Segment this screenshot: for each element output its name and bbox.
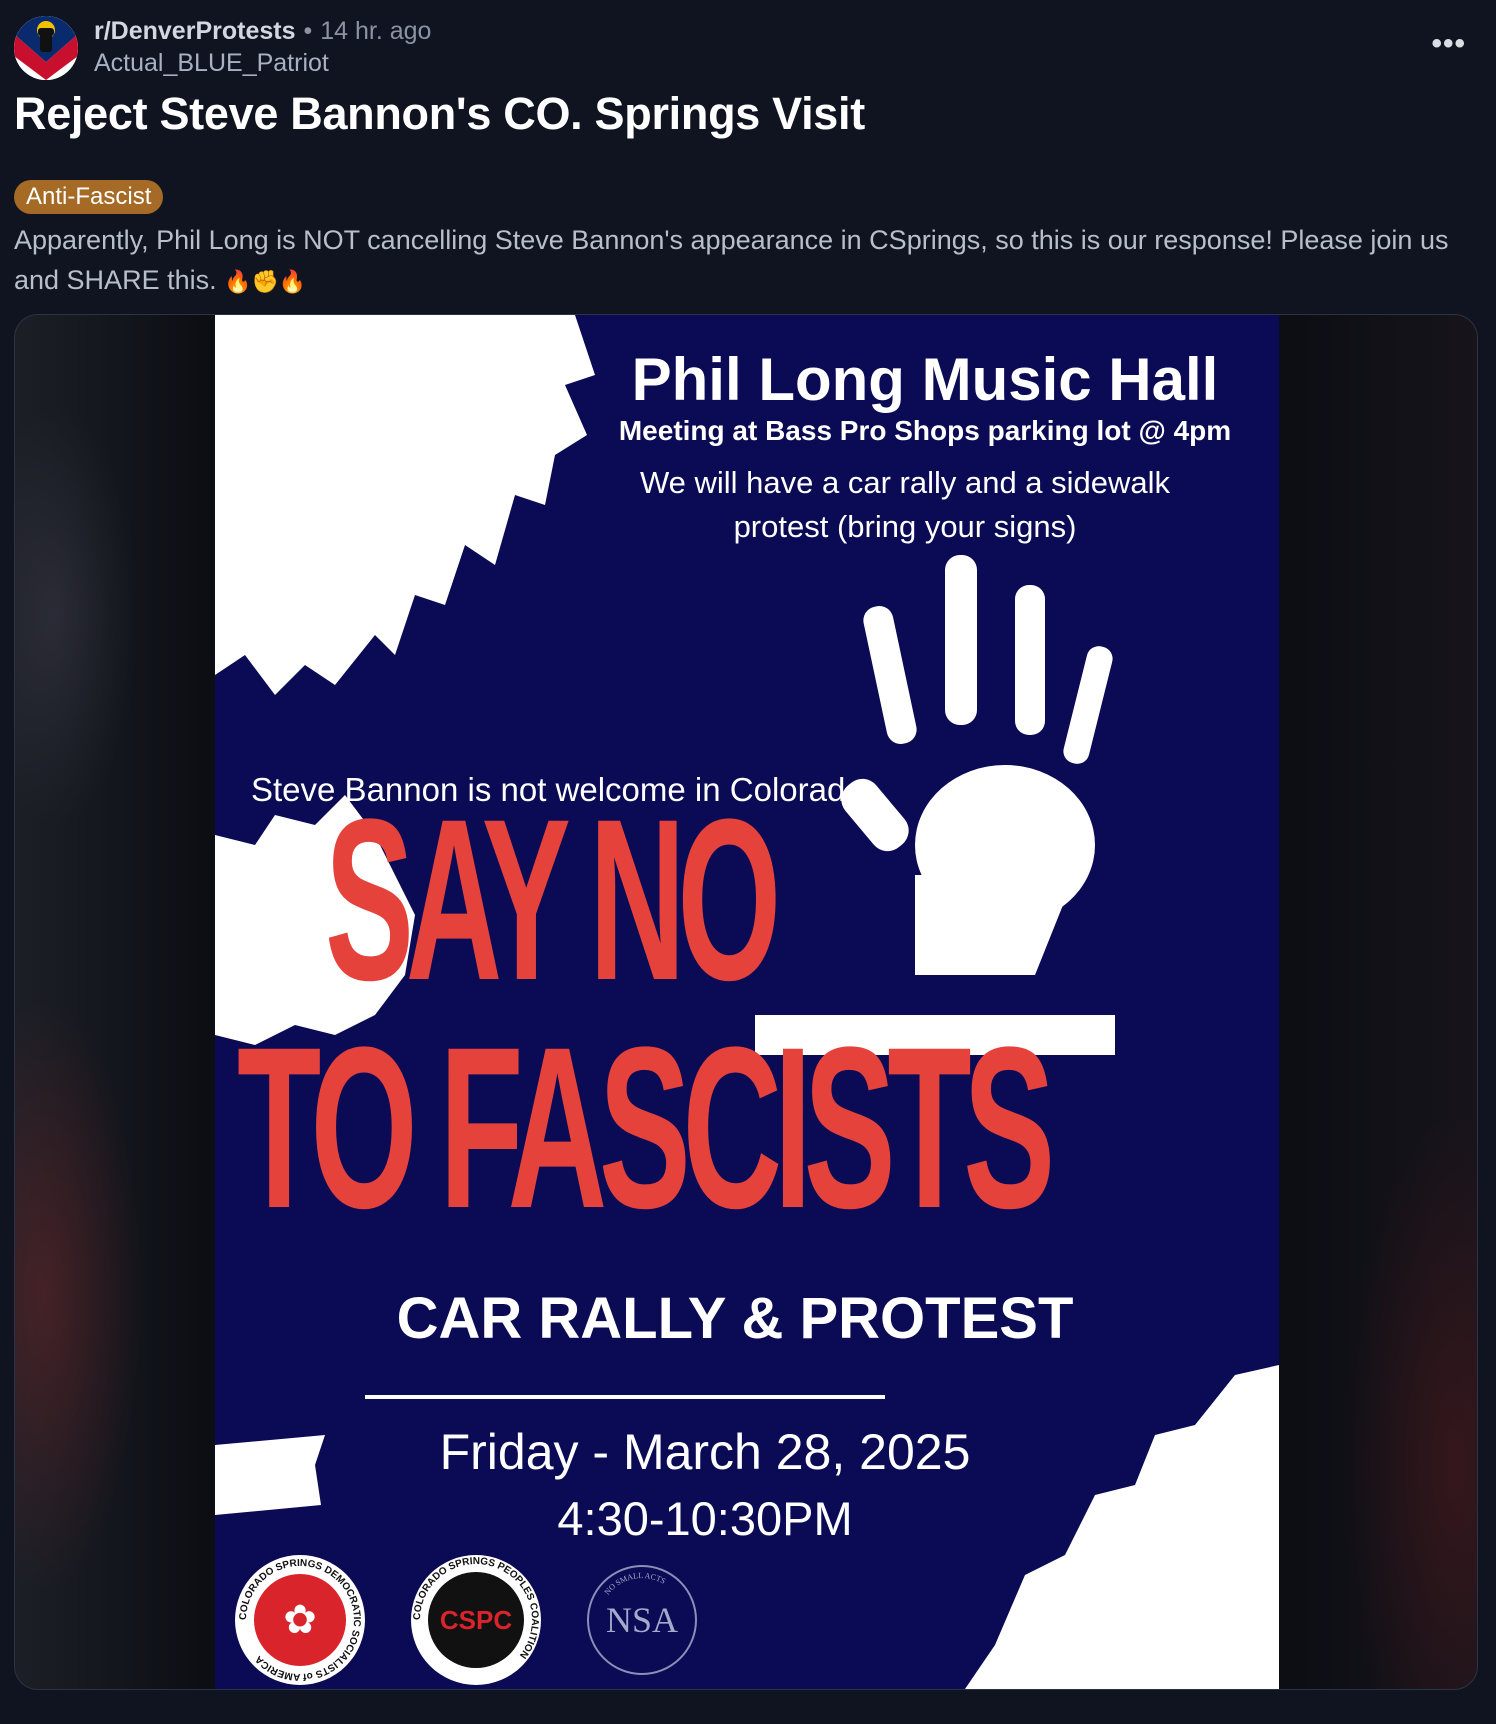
post-image[interactable]: Phil Long Music Hall Meeting at Bass Pro… (14, 314, 1478, 1690)
nsa-logo-ring: NO SMALL ACTS (603, 1571, 668, 1597)
post-timestamp: 14 hr. ago (320, 17, 432, 45)
author-link[interactable]: Actual_BLUE_Patriot (94, 48, 431, 78)
fire-fist-emoji: 🔥✊🔥 (224, 270, 307, 295)
poster-venue: Phil Long Music Hall (631, 346, 1219, 413)
meta-separator: • (303, 17, 313, 45)
cspc-logo-ring-text: COLORADO SPRINGS PEOPLES COALITION (412, 1556, 540, 1660)
poster-headline-to-fascists: TO FASCISTS (237, 999, 1055, 1256)
colorado-flag-fist-icon (14, 16, 78, 80)
protest-poster: Phil Long Music Hall Meeting at Bass Pro… (215, 315, 1279, 1689)
svg-text:COLORADO SPRINGS PEOPLES COALI: COLORADO SPRINGS PEOPLES COALITION (412, 1556, 540, 1660)
svg-text:NO SMALL ACTS: NO SMALL ACTS (603, 1571, 668, 1597)
post-body: Apparently, Phil Long is NOT cancelling … (14, 220, 1484, 303)
poster-divider (365, 1395, 885, 1399)
poster-time: 4:30-10:30PM (557, 1492, 853, 1545)
subreddit-avatar[interactable] (14, 16, 78, 80)
dsa-logo: COLORADO SPRINGS DEMOCRATIC SOCIALISTS o… (235, 1555, 365, 1685)
post-flair[interactable]: Anti-Fascist (14, 180, 164, 214)
dsa-logo-ring-text: COLORADO SPRINGS DEMOCRATIC SOCIALISTS o… (238, 1558, 362, 1682)
poster-meeting: Meeting at Bass Pro Shops parking lot @ … (618, 415, 1232, 446)
nsa-logo: NO SMALL ACTS NSA (587, 1565, 697, 1675)
nsa-logo-ring-text: NO SMALL ACTS (603, 1571, 668, 1597)
poster-event-type: CAR RALLY & PROTEST (396, 1286, 1074, 1351)
more-options-button[interactable]: ••• (1431, 29, 1466, 59)
poster-date: Friday - March 28, 2025 (439, 1424, 971, 1480)
post-title[interactable]: Reject Steve Bannon's CO. Springs Visit (14, 88, 865, 140)
post-meta: r/DenverProtests • 14 hr. ago Actual_BLU… (94, 16, 431, 78)
cspc-logo: COLORADO SPRINGS PEOPLES COALITION CSPC (411, 1555, 541, 1685)
cspc-logo-ring: COLORADO SPRINGS PEOPLES COALITION (412, 1556, 540, 1660)
subreddit-link[interactable]: r/DenverProtests (94, 16, 295, 46)
poster-headline-say-no: SAY NO (325, 771, 781, 1028)
poster-plan: We will have a car rally and a sidewalk … (639, 465, 1171, 544)
dsa-logo-ring: COLORADO SPRINGS DEMOCRATIC SOCIALISTS o… (238, 1558, 362, 1682)
svg-text:COLORADO SPRINGS DEMOCRATIC SO: COLORADO SPRINGS DEMOCRATIC SOCIALISTS o… (238, 1558, 362, 1682)
